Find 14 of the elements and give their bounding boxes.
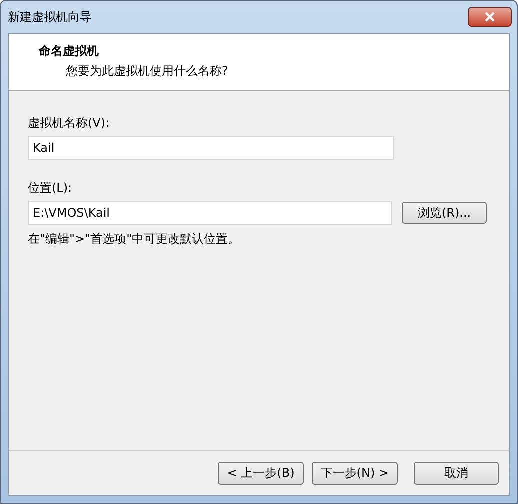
- header-title: 命名虚拟机: [39, 43, 100, 60]
- browse-button[interactable]: 浏览(R)...: [402, 202, 487, 224]
- wizard-button[interactable]: < 上一步(B): [218, 462, 304, 485]
- field-label: 虚拟机名称(V):: [28, 115, 111, 132]
- close-icon: [485, 12, 495, 22]
- hint-text: 在"编辑">"首选项"中可更改默认位置。: [28, 231, 242, 248]
- window-title: 新建虚拟机向导: [8, 8, 92, 26]
- header-subtitle: 您要为此虚拟机使用什么名称?: [66, 63, 230, 80]
- close-button[interactable]: [468, 7, 512, 27]
- wizard-button[interactable]: 下一步(N) >: [312, 462, 398, 485]
- field-label: 位置(L):: [28, 180, 74, 197]
- name-input-field[interactable]: Kail: [28, 136, 394, 160]
- wizard-button[interactable]: 取消: [414, 462, 499, 485]
- location-input-field[interactable]: E:\VMOS\Kail: [28, 201, 392, 225]
